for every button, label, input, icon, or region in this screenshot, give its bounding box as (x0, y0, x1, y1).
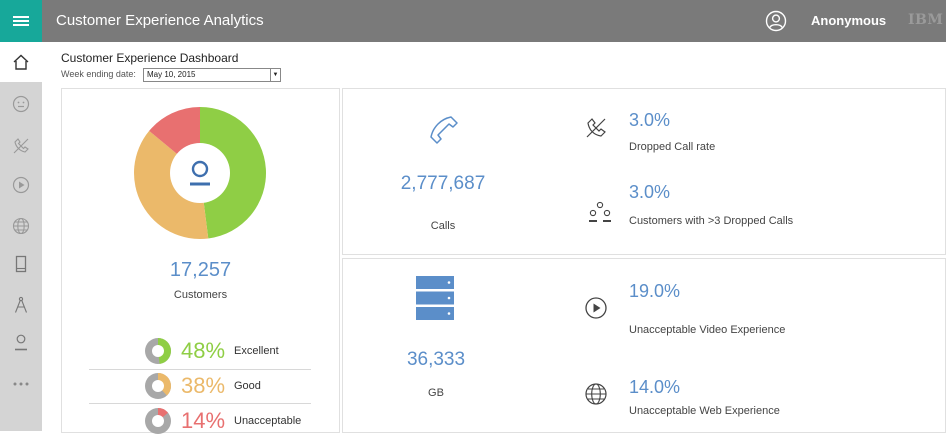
rating-mini-donut (145, 373, 171, 399)
web-experience-label: Unacceptable Web Experience (629, 405, 780, 417)
compass-icon[interactable] (10, 294, 32, 316)
rating-percent: 38% (181, 373, 226, 398)
globe-icon[interactable] (10, 215, 32, 237)
week-ending-label: Week ending date: (61, 69, 136, 79)
dashboard-title: Customer Experience Dashboard (61, 51, 239, 65)
rating-row-unacceptable: 14% Unacceptable (89, 405, 311, 437)
multi-dropped-customers-value: 3.0% (629, 182, 671, 202)
brand-logo: IBM (908, 12, 944, 28)
rating-row-excellent: 48% Excellent (89, 335, 311, 367)
customers-label: Customers (173, 289, 228, 301)
data-usage-panel: 36,333 GB 19.0% Unacceptable Video Exper… (342, 258, 946, 433)
calls-panel: 2,777,687 Calls 3.0% Dropped Call rate 3… (342, 88, 946, 255)
dropped-call-icon[interactable] (10, 135, 32, 157)
rating-label: Unacceptable (234, 415, 302, 427)
play-icon[interactable] (10, 174, 32, 196)
customer-icon (186, 159, 214, 192)
top-bar: Customer Experience Analytics Anonymous … (0, 0, 946, 42)
more-icon[interactable] (10, 373, 32, 395)
hamburger-menu-button[interactable] (0, 0, 42, 42)
video-experience-label: Unacceptable Video Experience (629, 324, 786, 336)
video-play-icon (584, 296, 608, 325)
group-icon (587, 201, 613, 230)
divider (89, 403, 311, 404)
dropdown-arrow-icon: ▼ (270, 69, 280, 81)
app-title: Customer Experience Analytics (56, 12, 264, 29)
rating-label: Excellent (234, 345, 279, 357)
multi-dropped-customers-label: Customers with >3 Dropped Calls (629, 215, 794, 227)
mobile-icon[interactable] (10, 253, 32, 275)
phone-icon (427, 113, 461, 152)
smiley-icon[interactable] (10, 93, 32, 115)
user-name[interactable]: Anonymous (811, 13, 886, 28)
web-experience-value: 14.0% (629, 377, 681, 397)
home-icon (10, 51, 32, 73)
sidebar (0, 42, 42, 431)
week-ending-select[interactable]: May 10, 2015 ▼ (143, 68, 281, 82)
sidebar-item-home[interactable] (0, 42, 42, 82)
data-usage-unit: GB (428, 387, 444, 399)
data-usage-value: 36,333 (406, 349, 466, 370)
dropped-call-rate-value: 3.0% (629, 110, 671, 130)
globe-icon (584, 382, 608, 411)
calls-label: Calls (430, 220, 456, 232)
week-ending-value: May 10, 2015 (147, 70, 196, 79)
rating-label: Good (234, 380, 261, 392)
dropped-call-rate-label: Dropped Call rate (629, 141, 716, 153)
rating-percent: 14% (181, 408, 226, 433)
user-avatar-icon[interactable] (764, 9, 788, 38)
dropped-call-icon (584, 116, 608, 145)
person-icon[interactable] (10, 331, 32, 353)
rating-mini-donut (145, 338, 172, 364)
rating-row-good: 38% Good (89, 370, 311, 402)
hamburger-icon (13, 14, 29, 28)
video-experience-value: 19.0% (629, 281, 681, 301)
rating-percent: 48% (181, 338, 226, 363)
calls-count: 2,777,687 (400, 173, 486, 194)
customers-count: 17,257 (169, 259, 232, 281)
server-storage-icon (416, 276, 454, 325)
